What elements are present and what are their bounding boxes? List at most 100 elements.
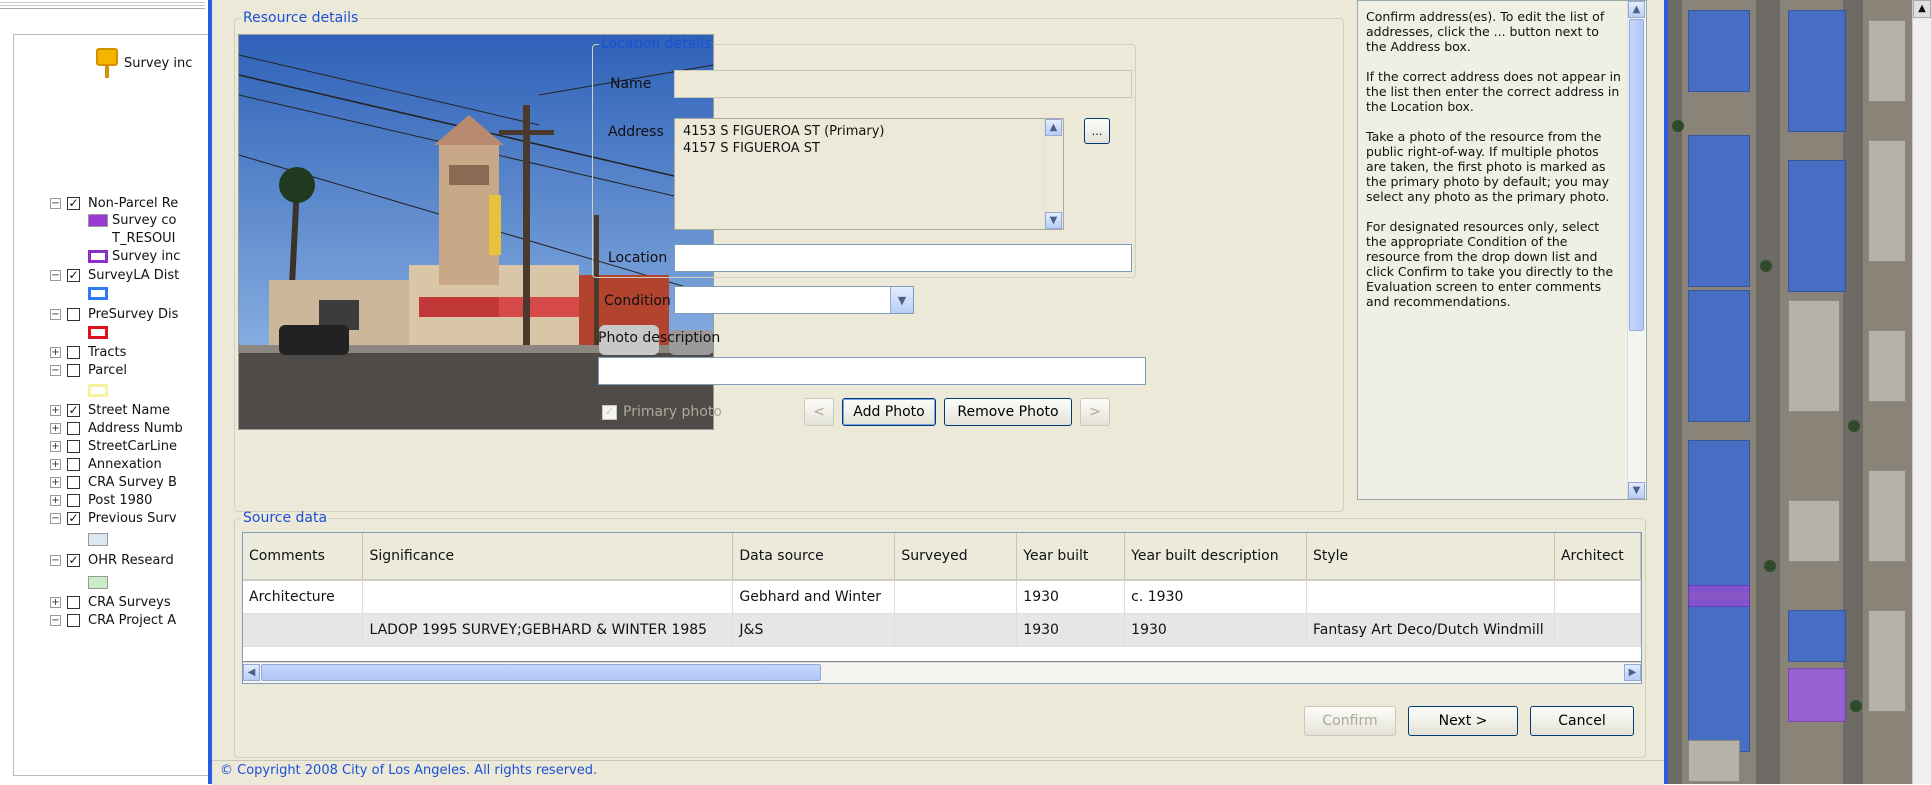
scroll-thumb[interactable]: [1629, 19, 1644, 331]
next-photo-button[interactable]: >: [1080, 398, 1110, 426]
table-cell: [894, 580, 1018, 614]
layer-visibility-checkbox[interactable]: [67, 613, 80, 627]
scroll-left-icon[interactable]: ◀: [243, 664, 260, 681]
layer-visibility-checkbox[interactable]: [67, 363, 80, 377]
legend-layer-row[interactable]: − ✓ OHR Researd: [50, 551, 174, 569]
help-scrollbar[interactable]: ▲ ▼: [1627, 1, 1646, 499]
edit-addresses-button[interactable]: ...: [1084, 118, 1110, 144]
layer-visibility-checkbox[interactable]: [67, 307, 80, 321]
condition-dropdown[interactable]: ▼: [674, 286, 914, 314]
address-list-item[interactable]: 4157 S FIGUEROA ST: [683, 140, 884, 157]
table-row[interactable]: LADOP 1995 SURVEY;GEBHARD & WINTER 1985 J…: [243, 613, 1641, 647]
legend-layer-row[interactable]: + StreetCarLine: [50, 437, 177, 455]
legend-layer-row[interactable]: − Parcel: [50, 361, 127, 379]
legend-layer-row[interactable]: + Tracts: [50, 343, 126, 361]
scroll-down-icon[interactable]: ▼: [1628, 482, 1645, 499]
expand-icon[interactable]: +: [50, 346, 61, 358]
column-header[interactable]: Architect: [1554, 533, 1641, 581]
legend-field-label: T_RESOUI: [112, 229, 176, 247]
legend-swatch-row: [88, 530, 112, 548]
legend-layer-row[interactable]: − CRA Project A: [50, 611, 176, 629]
legend-field-text: T_RESOUI: [112, 230, 176, 246]
table-cell: [243, 613, 364, 647]
legend-layer-row[interactable]: − ✓ Non-Parcel Re: [50, 194, 178, 212]
expand-icon[interactable]: +: [50, 404, 61, 416]
collapse-icon[interactable]: −: [50, 364, 61, 376]
legend-layer-row[interactable]: − ✓ SurveyLA Dist: [50, 266, 179, 284]
layer-visibility-checkbox[interactable]: ✓: [67, 553, 80, 567]
legend-symbol-swatch: [88, 575, 108, 589]
table-row[interactable]: Architecture Gebhard and Winter 1930 c. 193…: [243, 580, 1641, 614]
primary-photo-checkbox[interactable]: ✓ Primary photo: [602, 404, 722, 420]
legend-layer-row[interactable]: + Post 1980: [50, 491, 152, 509]
expand-icon[interactable]: +: [50, 422, 61, 434]
location-details-title: Location details: [601, 36, 712, 52]
location-field[interactable]: [674, 244, 1132, 272]
expand-icon[interactable]: +: [50, 476, 61, 488]
expand-icon[interactable]: +: [50, 596, 61, 608]
layer-visibility-checkbox[interactable]: [67, 595, 80, 609]
expand-icon[interactable]: +: [50, 440, 61, 452]
collapse-icon[interactable]: −: [50, 554, 61, 566]
column-header[interactable]: Data source: [732, 533, 896, 581]
layer-visibility-checkbox[interactable]: ✓: [67, 403, 80, 417]
legend-swatch-row: [88, 284, 112, 302]
name-field[interactable]: [674, 70, 1132, 98]
scroll-down-icon[interactable]: ▼: [1045, 212, 1062, 229]
collapse-icon[interactable]: −: [50, 614, 61, 626]
table-cell: LADOP 1995 SURVEY;GEBHARD & WINTER 1985: [362, 613, 734, 647]
address-list-item[interactable]: 4153 S FIGUEROA ST (Primary): [683, 123, 884, 140]
layer-visibility-checkbox[interactable]: [67, 421, 80, 435]
scroll-thumb[interactable]: [261, 664, 821, 681]
address-scrollbar[interactable]: ▲ ▼: [1044, 119, 1063, 229]
table-cell: J&S: [732, 613, 896, 647]
legend-layer-row[interactable]: + CRA Surveys: [50, 593, 171, 611]
cancel-button[interactable]: Cancel: [1530, 706, 1634, 736]
layer-visibility-checkbox[interactable]: [67, 475, 80, 489]
map-scrollbar[interactable]: ▲: [1912, 0, 1931, 784]
remove-photo-button[interactable]: Remove Photo: [944, 398, 1072, 426]
legend-layer-row[interactable]: − PreSurvey Dis: [50, 305, 178, 323]
column-header[interactable]: Year built description: [1124, 533, 1307, 581]
photo-description-field[interactable]: [598, 357, 1146, 385]
previous-photo-button[interactable]: <: [804, 398, 834, 426]
column-header[interactable]: Surveyed: [894, 533, 1018, 581]
confirm-button[interactable]: Confirm: [1304, 706, 1396, 736]
legend-layer-row[interactable]: + Address Numb: [50, 419, 183, 437]
scroll-up-icon[interactable]: ▲: [1045, 119, 1062, 136]
scroll-up-icon[interactable]: ▲: [1628, 1, 1645, 18]
expand-icon[interactable]: +: [50, 494, 61, 506]
legend-layer-row[interactable]: + CRA Survey B: [50, 473, 177, 491]
layer-visibility-checkbox[interactable]: ✓: [67, 511, 80, 525]
collapse-icon[interactable]: −: [50, 197, 61, 209]
column-header[interactable]: Style: [1306, 533, 1555, 581]
next-button[interactable]: Next >: [1408, 706, 1518, 736]
layer-visibility-checkbox[interactable]: [67, 345, 80, 359]
table-hscrollbar[interactable]: ◀ ▶: [243, 662, 1641, 683]
layer-visibility-checkbox[interactable]: [67, 439, 80, 453]
column-header[interactable]: Year built: [1016, 533, 1126, 581]
map-view[interactable]: ▲: [1668, 0, 1931, 784]
layer-visibility-checkbox[interactable]: [67, 493, 80, 507]
legend-layer-row[interactable]: + Annexation: [50, 455, 162, 473]
legend-layer-row[interactable]: + ✓ Street Name: [50, 401, 170, 419]
location-label: Location: [608, 250, 668, 266]
layer-visibility-checkbox[interactable]: [67, 457, 80, 471]
chevron-down-icon[interactable]: ▼: [890, 287, 913, 313]
scroll-up-icon[interactable]: ▲: [1913, 0, 1931, 18]
column-header[interactable]: Significance: [362, 533, 734, 581]
layer-legend-panel: Survey inc − ✓ Non-Parcel Re Survey co T_RES…: [0, 0, 210, 784]
collapse-icon[interactable]: −: [50, 308, 61, 320]
help-panel: Confirm address(es). To edit the list of…: [1357, 0, 1647, 500]
expand-icon[interactable]: +: [50, 458, 61, 470]
collapse-icon[interactable]: −: [50, 269, 61, 281]
add-photo-button[interactable]: Add Photo: [842, 398, 936, 426]
layer-visibility-checkbox[interactable]: ✓: [67, 196, 80, 210]
scroll-right-icon[interactable]: ▶: [1624, 664, 1641, 681]
address-list[interactable]: 4153 S FIGUEROA ST (Primary) 4157 S FIGUE…: [674, 118, 1064, 230]
legend-layer-label: Street Name: [88, 402, 170, 418]
layer-visibility-checkbox[interactable]: ✓: [67, 268, 80, 282]
collapse-icon[interactable]: −: [50, 512, 61, 524]
legend-layer-row[interactable]: − ✓ Previous Surv: [50, 509, 177, 527]
column-header[interactable]: Comments: [243, 533, 364, 581]
